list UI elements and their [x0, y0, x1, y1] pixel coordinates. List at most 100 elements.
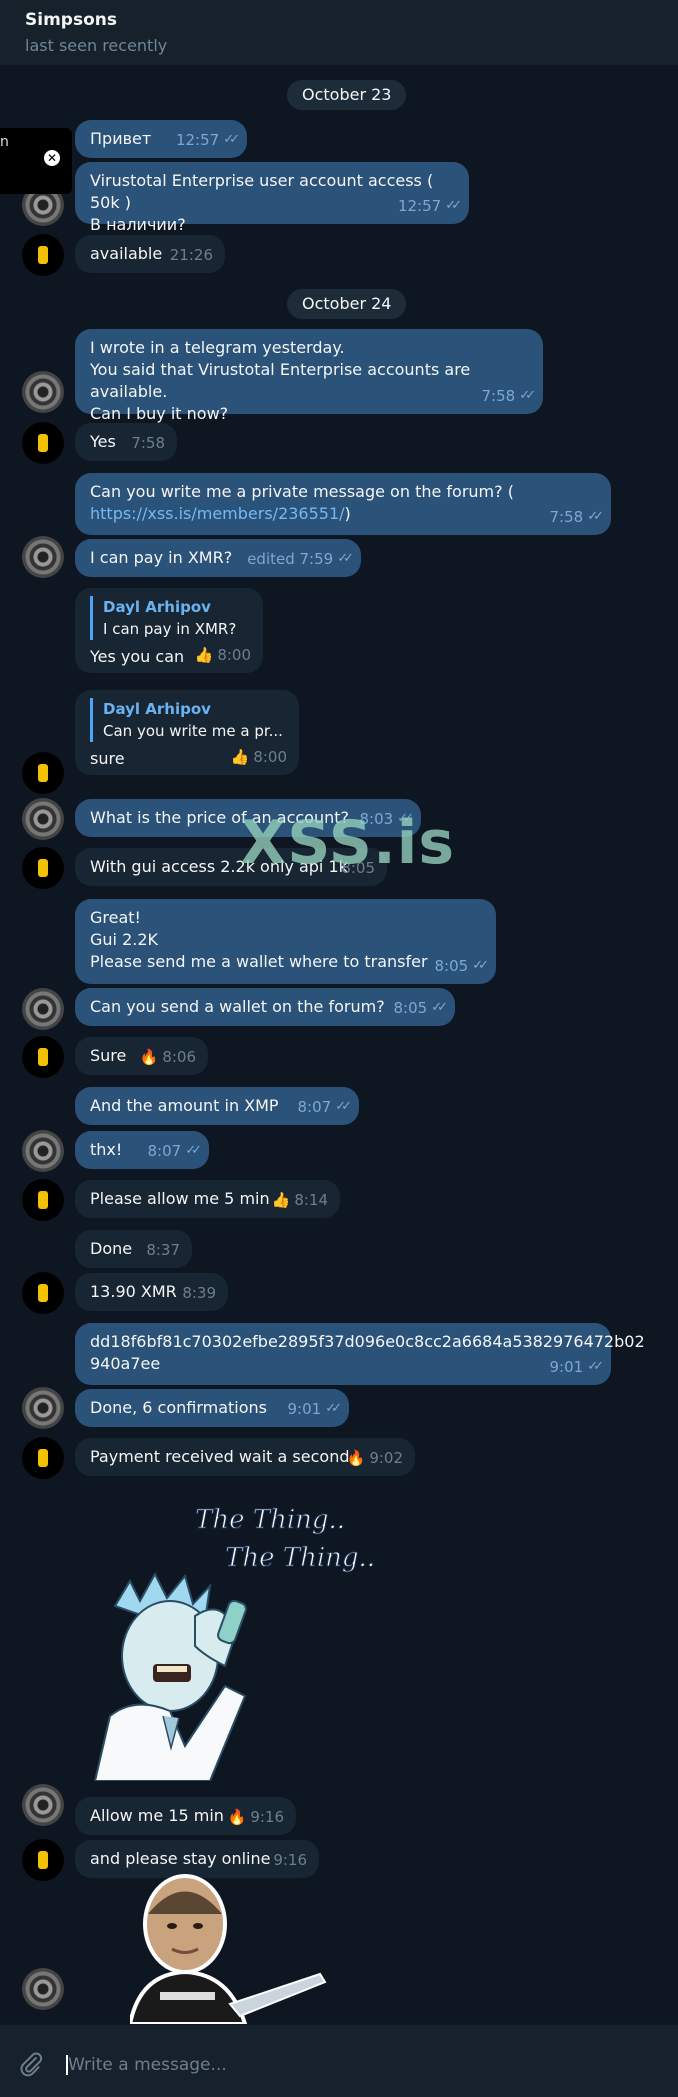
- message-text: Can you write me a private message on th…: [90, 482, 514, 501]
- message-time: 9:01: [287, 1400, 322, 1418]
- avatar[interactable]: [22, 798, 64, 840]
- fire-reaction-icon[interactable]: 🔥: [347, 1447, 366, 1469]
- avatar[interactable]: [22, 371, 64, 413]
- avatar[interactable]: [22, 1272, 64, 1314]
- incoming-message[interactable]: 13.90 XMR 8:39: [75, 1273, 228, 1311]
- sticker-caption: The Thing..: [195, 1505, 345, 1535]
- message-text: Allow me 15 min: [90, 1806, 224, 1825]
- read-checks-icon: ✓✓: [472, 958, 489, 973]
- message-composer[interactable]: [0, 2024, 678, 2097]
- reply-quote[interactable]: Dayl Arhipov Can you write me a pr...: [90, 698, 284, 742]
- incoming-message[interactable]: available 21:26: [75, 235, 225, 273]
- avatar[interactable]: [22, 1839, 64, 1881]
- thumbs-up-reaction-icon[interactable]: 👍: [195, 644, 214, 666]
- message-text: What is the price of an account?: [90, 808, 350, 827]
- incoming-message[interactable]: Payment received wait a second 🔥 9:02: [75, 1438, 415, 1476]
- incoming-message[interactable]: Allow me 15 min 🔥 9:16: [75, 1797, 296, 1835]
- avatar[interactable]: [22, 1130, 64, 1172]
- fire-reaction-icon[interactable]: 🔥: [228, 1806, 247, 1828]
- avatar[interactable]: [22, 1387, 64, 1429]
- message-text: I can pay in XMR?: [90, 548, 233, 567]
- reply-quote[interactable]: Dayl Arhipov I can pay in XMR?: [90, 596, 248, 640]
- read-checks-icon: ✓✓: [431, 1000, 448, 1015]
- incoming-message[interactable]: Sure 🔥 8:06: [75, 1037, 208, 1075]
- thumbs-up-reaction-icon[interactable]: 👍: [272, 1189, 291, 1211]
- message-text: Can you send a wallet on the forum?: [90, 997, 385, 1016]
- message-text: I wrote in a telegram yesterday. You sai…: [90, 338, 471, 423]
- message-text: Payment received wait a second: [90, 1447, 350, 1466]
- avatar[interactable]: [22, 752, 64, 794]
- message-time: edited 7:59: [247, 550, 334, 568]
- message-text: Done: [90, 1239, 133, 1258]
- outgoing-message[interactable]: Done, 6 confirmations 9:01 ✓✓: [75, 1389, 349, 1427]
- read-checks-icon: ✓✓: [519, 388, 536, 403]
- fire-reaction-icon[interactable]: 🔥: [140, 1046, 159, 1068]
- message-text: thx!: [90, 1140, 123, 1159]
- message-time: 7:58: [131, 434, 165, 452]
- outgoing-message[interactable]: Virustotal Enterprise user account acces…: [75, 162, 469, 234]
- outgoing-message[interactable]: Great! Gui 2.2K Please send me a wallet …: [75, 899, 496, 984]
- read-checks-icon: ✓✓: [185, 1143, 202, 1158]
- incoming-message[interactable]: Dayl Arhipov Can you write me a pr... su…: [75, 690, 299, 775]
- incoming-message[interactable]: With gui access 2.2k only api 1k 8:05: [75, 848, 387, 886]
- date-separator: October 23: [287, 80, 407, 110]
- close-icon[interactable]: ✕: [44, 150, 60, 166]
- message-time: 8:07: [297, 1098, 332, 1116]
- outgoing-message[interactable]: Can you write me a private message on th…: [75, 473, 611, 535]
- read-checks-icon: ✓✓: [337, 551, 354, 566]
- avatar[interactable]: [22, 1784, 64, 1826]
- outgoing-message[interactable]: And the amount in XMP 8:07 ✓✓: [75, 1087, 359, 1125]
- incoming-message[interactable]: and please stay online 9:16: [75, 1840, 319, 1878]
- message-time: 7:58: [549, 508, 584, 526]
- message-text: Please allow me 5 min: [90, 1189, 270, 1208]
- rick-facepalm-sticker[interactable]: The Thing.. The Thing..: [75, 1486, 375, 1781]
- chat-header[interactable]: Simpsons last seen recently: [0, 0, 678, 66]
- read-checks-icon: ✓✓: [587, 509, 604, 524]
- message-time: 8:05: [393, 999, 428, 1017]
- kid-knife-sticker[interactable]: [130, 1874, 340, 2024]
- message-time: 8:00: [253, 748, 287, 766]
- message-time: 8:14: [294, 1191, 328, 1209]
- sticker-caption: The Thing..: [225, 1543, 375, 1573]
- thumbs-up-reaction-icon[interactable]: 👍: [231, 746, 250, 768]
- read-checks-icon: ✓✓: [223, 132, 240, 147]
- outgoing-message[interactable]: I can pay in XMR? edited 7:59 ✓✓: [75, 539, 361, 577]
- avatar[interactable]: [22, 1179, 64, 1221]
- outgoing-message[interactable]: Привет 12:57 ✓✓: [75, 120, 247, 158]
- avatar[interactable]: [22, 847, 64, 889]
- outgoing-message[interactable]: dd18f6bf81c70302efbe2895f37d096e0c8cc2a6…: [75, 1323, 645, 1385]
- outgoing-message[interactable]: I wrote in a telegram yesterday. You sai…: [75, 329, 543, 423]
- avatar[interactable]: [22, 1968, 64, 2010]
- incoming-message[interactable]: Please allow me 5 min 👍 8:14: [75, 1180, 340, 1218]
- avatar[interactable]: [22, 536, 64, 578]
- message-time: 8:05: [434, 957, 469, 975]
- message-list[interactable]: n ✕ October 23 Привет 12:57 ✓✓ Virustotal…: [0, 66, 678, 2024]
- message-text: sure: [90, 749, 125, 768]
- message-time: 8:37: [146, 1241, 180, 1259]
- outgoing-message[interactable]: thx! 8:07 ✓✓: [75, 1131, 209, 1169]
- message-text: Sure: [90, 1046, 127, 1065]
- quote-text: Can you write me a pr...: [103, 722, 283, 740]
- incoming-message[interactable]: Dayl Arhipov I can pay in XMR? Yes you c…: [75, 588, 263, 673]
- outgoing-message[interactable]: What is the price of an account? 8:03 ✓✓: [75, 799, 421, 837]
- avatar[interactable]: [22, 1036, 64, 1078]
- paperclip-icon[interactable]: [18, 2051, 46, 2079]
- chat-title[interactable]: Simpsons: [25, 10, 653, 30]
- incoming-message[interactable]: Yes 7:58: [75, 423, 177, 461]
- message-time: 8:07: [147, 1142, 182, 1160]
- message-time: 12:57: [175, 131, 220, 149]
- avatar[interactable]: [22, 988, 64, 1030]
- message-time: 9:16: [273, 1851, 307, 1869]
- message-time: 9:16: [250, 1808, 284, 1826]
- message-time: 7:58: [481, 387, 516, 405]
- outgoing-message[interactable]: Can you send a wallet on the forum? 8:05…: [75, 988, 455, 1026]
- message-time: 8:03: [359, 810, 394, 828]
- forum-link[interactable]: https://xss.is/members/236551/: [90, 504, 345, 523]
- avatar[interactable]: [22, 422, 64, 464]
- incoming-message[interactable]: Done 8:37: [75, 1230, 192, 1268]
- message-time: 12:57: [397, 197, 442, 215]
- avatar[interactable]: [22, 234, 64, 276]
- message-input[interactable]: [68, 2051, 628, 2079]
- avatar[interactable]: [22, 1437, 64, 1479]
- popup-text: n: [0, 134, 9, 150]
